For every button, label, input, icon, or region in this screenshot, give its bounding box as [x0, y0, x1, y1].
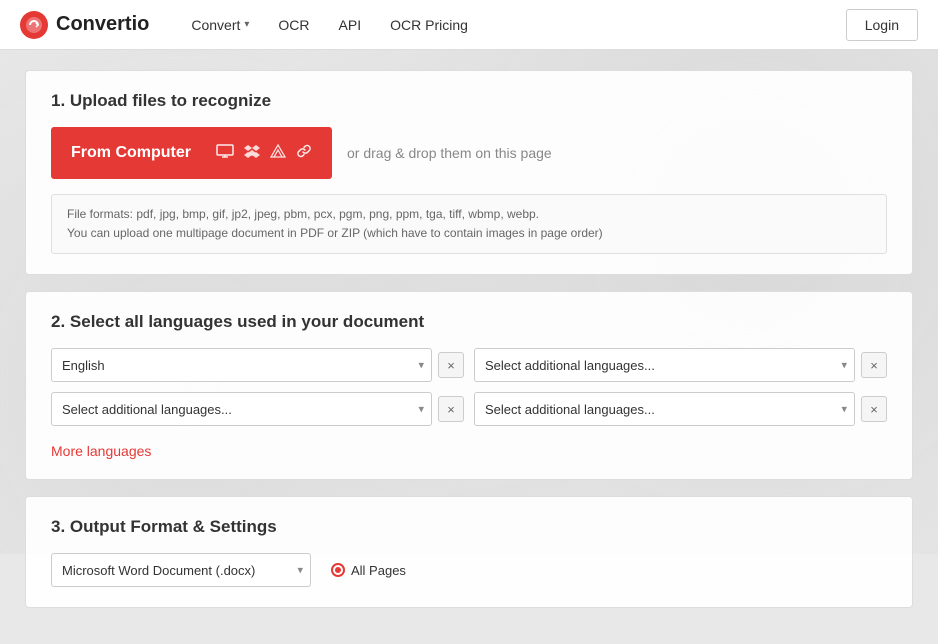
- output-row: Microsoft Word Document (.docx) Plain Te…: [51, 553, 887, 587]
- login-button[interactable]: Login: [846, 9, 918, 41]
- output-format-select[interactable]: Microsoft Word Document (.docx) Plain Te…: [51, 553, 311, 587]
- upload-section: 1. Upload files to recognize From Comput…: [25, 70, 913, 275]
- upload-icons: [216, 143, 312, 164]
- lang-clear-3-button[interactable]: ×: [438, 396, 464, 422]
- lang-clear-4-icon: ×: [870, 402, 878, 417]
- lang-clear-2-icon: ×: [870, 358, 878, 373]
- output-title: 3. Output Format & Settings: [51, 517, 887, 537]
- file-formats-info: File formats: pdf, jpg, bmp, gif, jp2, j…: [51, 194, 887, 254]
- lang-clear-4-button[interactable]: ×: [861, 396, 887, 422]
- upload-title: 1. Upload files to recognize: [51, 91, 887, 111]
- lang-select-wrapper-2: Select additional languages... English F…: [474, 348, 855, 382]
- lang-row-1-2: Select additional languages... English F…: [474, 348, 887, 382]
- language-section: 2. Select all languages used in your doc…: [25, 291, 913, 480]
- from-computer-button[interactable]: From Computer: [51, 127, 332, 179]
- lang-select-2[interactable]: Select additional languages... English F…: [474, 348, 855, 382]
- logo-icon: [20, 11, 48, 39]
- link-icon: [296, 143, 312, 164]
- lang-select-3[interactable]: Select additional languages... English F…: [51, 392, 432, 426]
- all-pages-label: All Pages: [351, 563, 406, 578]
- convert-arrow-icon: ▾: [244, 19, 249, 30]
- upload-row: From Computer: [51, 127, 887, 179]
- logo[interactable]: Convertio: [20, 11, 149, 39]
- lang-clear-1-icon: ×: [447, 358, 455, 373]
- lang-select-4[interactable]: Select additional languages... English F…: [474, 392, 855, 426]
- dropbox-icon: [244, 143, 260, 164]
- gdrive-icon: [270, 143, 286, 164]
- lang-row-2-1: Select additional languages... English F…: [51, 392, 464, 426]
- main-content: 1. Upload files to recognize From Comput…: [0, 50, 938, 644]
- all-pages-option[interactable]: All Pages: [331, 563, 406, 578]
- logo-text: Convertio: [56, 13, 149, 36]
- output-section: 3. Output Format & Settings Microsoft Wo…: [25, 496, 913, 608]
- nav-ocr-pricing[interactable]: OCR Pricing: [378, 9, 480, 41]
- lang-clear-1-button[interactable]: ×: [438, 352, 464, 378]
- lang-row-2-2: Select additional languages... English F…: [474, 392, 887, 426]
- drag-drop-text: or drag & drop them on this page: [347, 145, 552, 161]
- lang-select-wrapper-1: English French German Spanish ▾: [51, 348, 432, 382]
- nav: Convert ▾ OCR API OCR Pricing: [179, 9, 845, 41]
- lang-select-wrapper-4: Select additional languages... English F…: [474, 392, 855, 426]
- lang-select-1[interactable]: English French German Spanish: [51, 348, 432, 382]
- all-pages-radio[interactable]: [331, 563, 345, 577]
- lang-select-wrapper-3: Select additional languages... English F…: [51, 392, 432, 426]
- more-languages-link[interactable]: More languages: [51, 443, 151, 459]
- language-grid: English French German Spanish ▾ × Select…: [51, 348, 887, 426]
- lang-clear-2-button[interactable]: ×: [861, 352, 887, 378]
- nav-api[interactable]: API: [327, 9, 374, 41]
- nav-convert[interactable]: Convert ▾: [179, 9, 261, 41]
- lang-row-1-1: English French German Spanish ▾ ×: [51, 348, 464, 382]
- lang-clear-3-icon: ×: [447, 402, 455, 417]
- all-pages-radio-selected: [335, 567, 341, 573]
- monitor-icon: [216, 144, 234, 163]
- output-select-wrapper: Microsoft Word Document (.docx) Plain Te…: [51, 553, 311, 587]
- nav-ocr[interactable]: OCR: [266, 9, 321, 41]
- language-title: 2. Select all languages used in your doc…: [51, 312, 887, 332]
- header: Convertio Convert ▾ OCR API OCR Pricing …: [0, 0, 938, 50]
